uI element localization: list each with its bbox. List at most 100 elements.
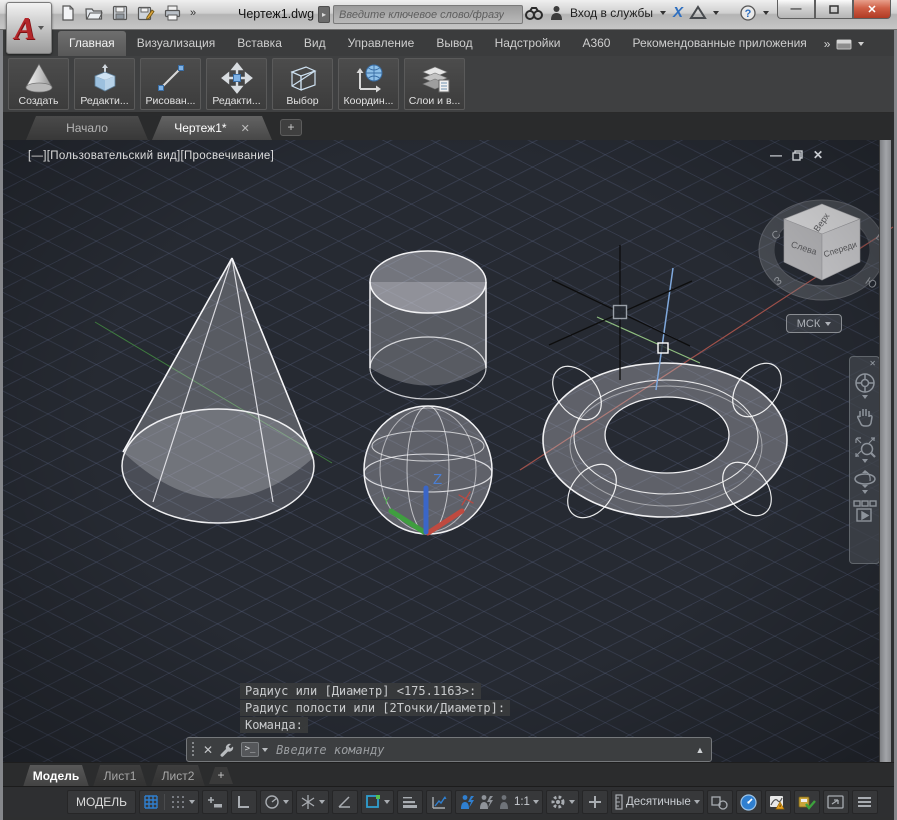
drawing-minimize-icon[interactable]: —	[770, 148, 782, 162]
viewcube[interactable]: С В Ю З Верх Слева Спереди	[759, 200, 886, 300]
orbit-caret-icon[interactable]	[862, 490, 868, 494]
new-file-icon[interactable]	[60, 5, 76, 21]
new-layout-button[interactable]: +	[209, 767, 233, 784]
panel-modeling[interactable]: Создать	[8, 58, 69, 110]
save-as-icon[interactable]	[137, 5, 155, 21]
drawing-restore-icon[interactable]	[792, 150, 803, 161]
annotation-autoscale-icon[interactable]	[478, 794, 494, 810]
help-icon[interactable]: ?	[740, 5, 756, 21]
file-tab-start[interactable]: Начало	[26, 116, 148, 140]
panel-draw[interactable]: Рисован...	[140, 58, 201, 110]
panel-modify[interactable]: Редакти...	[206, 58, 267, 110]
pan-hand-icon[interactable]	[854, 405, 876, 427]
ribbon-minimize-icon[interactable]	[836, 39, 852, 50]
panel-coordinates[interactable]: Координ...	[338, 58, 399, 110]
command-close-icon[interactable]: ✕	[203, 743, 213, 757]
command-input[interactable]: Введите команду	[276, 743, 691, 757]
isolate-objects-button[interactable]	[707, 790, 733, 814]
steering-wheel-caret-icon[interactable]	[862, 395, 868, 399]
workspace-caret-icon[interactable]	[569, 800, 575, 804]
save-icon[interactable]	[112, 5, 128, 21]
a360-icon[interactable]	[690, 6, 706, 19]
command-expand-icon[interactable]: ▲	[691, 740, 709, 759]
app-menu-button[interactable]: A	[6, 2, 52, 54]
ribbon-minimize-caret-icon[interactable]	[858, 42, 864, 46]
file-tab-close-icon[interactable]: ✕	[241, 122, 250, 135]
annotation-scale-icon[interactable]	[497, 794, 511, 810]
search-binoculars-icon[interactable]	[525, 6, 543, 20]
viewport-scrollbar[interactable]	[879, 140, 891, 762]
steering-wheel-icon[interactable]	[854, 372, 876, 394]
restore-button[interactable]	[815, 0, 853, 19]
navbar-close-icon[interactable]: ✕	[869, 360, 876, 368]
qat-expand-icon[interactable]: »	[190, 7, 196, 19]
panel-solid-editing[interactable]: Редакти...	[74, 58, 135, 110]
dynamic-input-button[interactable]	[202, 790, 228, 814]
tab-featured-apps[interactable]: Рекомендованные приложения	[621, 31, 817, 56]
help-search-field[interactable]: Введите ключевое слово/фразу	[333, 5, 523, 24]
layout-tab-sheet2[interactable]: Лист2	[151, 765, 205, 787]
tab-home[interactable]: Главная	[58, 31, 126, 56]
zoom-icon[interactable]	[854, 436, 876, 458]
signin-label[interactable]: Вход в службы	[570, 6, 653, 20]
lineweight-button[interactable]	[397, 790, 423, 814]
save-settings-button[interactable]	[794, 790, 820, 814]
layout-tab-sheet1[interactable]: Лист1	[93, 765, 147, 787]
help-caret-icon[interactable]	[763, 11, 769, 15]
annotation-monitor-button[interactable]	[582, 790, 608, 814]
tab-visualize[interactable]: Визуализация	[126, 31, 227, 56]
showmotion-icon[interactable]	[853, 500, 877, 522]
clean-screen-button[interactable]	[823, 790, 849, 814]
tab-view[interactable]: Вид	[293, 31, 337, 56]
layout-tab-model[interactable]: Модель	[23, 765, 89, 787]
osnap-caret-icon[interactable]	[384, 800, 390, 804]
open-file-icon[interactable]	[85, 5, 103, 21]
command-recent-caret-icon[interactable]	[262, 748, 268, 752]
minimize-button[interactable]: —	[777, 0, 815, 19]
drawing-viewport[interactable]: Z Y С В Ю З Верх	[3, 140, 879, 762]
grid-display-icon[interactable]	[143, 794, 159, 810]
annotation-visibility-icon[interactable]	[459, 794, 475, 810]
transparency-button[interactable]	[426, 790, 452, 814]
close-button[interactable]: ✕	[853, 0, 891, 19]
torus-solid[interactable]	[543, 354, 791, 527]
tab-a360[interactable]: A360	[571, 31, 621, 56]
viewport-controls-label[interactable]: [—][Пользовательский вид][Просвечивание]	[28, 150, 274, 162]
panel-layers[interactable]: Слои и в...	[404, 58, 465, 110]
ribbon-tabs-overflow-icon[interactable]: »	[824, 37, 831, 51]
polar-tracking-button[interactable]	[260, 790, 293, 814]
customization-menu-button[interactable]	[852, 790, 878, 814]
osnap-button[interactable]	[361, 790, 394, 814]
panel-selection[interactable]: Выбор	[272, 58, 333, 110]
origin-grip[interactable]	[658, 343, 668, 353]
zoom-caret-icon[interactable]	[862, 459, 868, 463]
command-bar-grip[interactable]	[191, 741, 196, 758]
snap-caret-icon[interactable]	[189, 800, 195, 804]
cylinder-solid[interactable]	[370, 251, 486, 399]
hardware-acceleration-button[interactable]	[736, 790, 762, 814]
tab-insert[interactable]: Вставка	[226, 31, 293, 56]
a360-caret-icon[interactable]	[713, 11, 719, 15]
cone-solid[interactable]	[122, 258, 314, 523]
drawing-close-icon[interactable]: ✕	[813, 148, 823, 162]
new-drawing-tab-button[interactable]: +	[280, 119, 302, 136]
wcs-dropdown[interactable]: МСК	[786, 314, 842, 333]
annotation-scale-caret-icon[interactable]	[533, 800, 539, 804]
ortho-button[interactable]	[231, 790, 257, 814]
workspace-button[interactable]	[546, 790, 579, 814]
signin-caret-icon[interactable]	[660, 11, 666, 15]
annotation-scale-value[interactable]: 1:1	[514, 796, 530, 808]
otrack-button[interactable]	[332, 790, 358, 814]
tab-addins[interactable]: Надстройки	[484, 31, 572, 56]
performance-monitor-button[interactable]	[765, 790, 791, 814]
tab-output[interactable]: Вывод	[425, 31, 483, 56]
command-bar[interactable]: ✕ >_ Введите команду ▲	[186, 737, 712, 762]
exchange-icon[interactable]: X	[673, 4, 683, 21]
model-space-button[interactable]: МОДЕЛЬ	[67, 790, 136, 814]
plot-icon[interactable]	[164, 5, 181, 21]
orbit-icon[interactable]	[853, 469, 877, 489]
isodraft-button[interactable]	[296, 790, 329, 814]
isodraft-caret-icon[interactable]	[319, 800, 325, 804]
command-wrench-icon[interactable]	[219, 742, 234, 757]
tab-manage[interactable]: Управление	[337, 31, 426, 56]
